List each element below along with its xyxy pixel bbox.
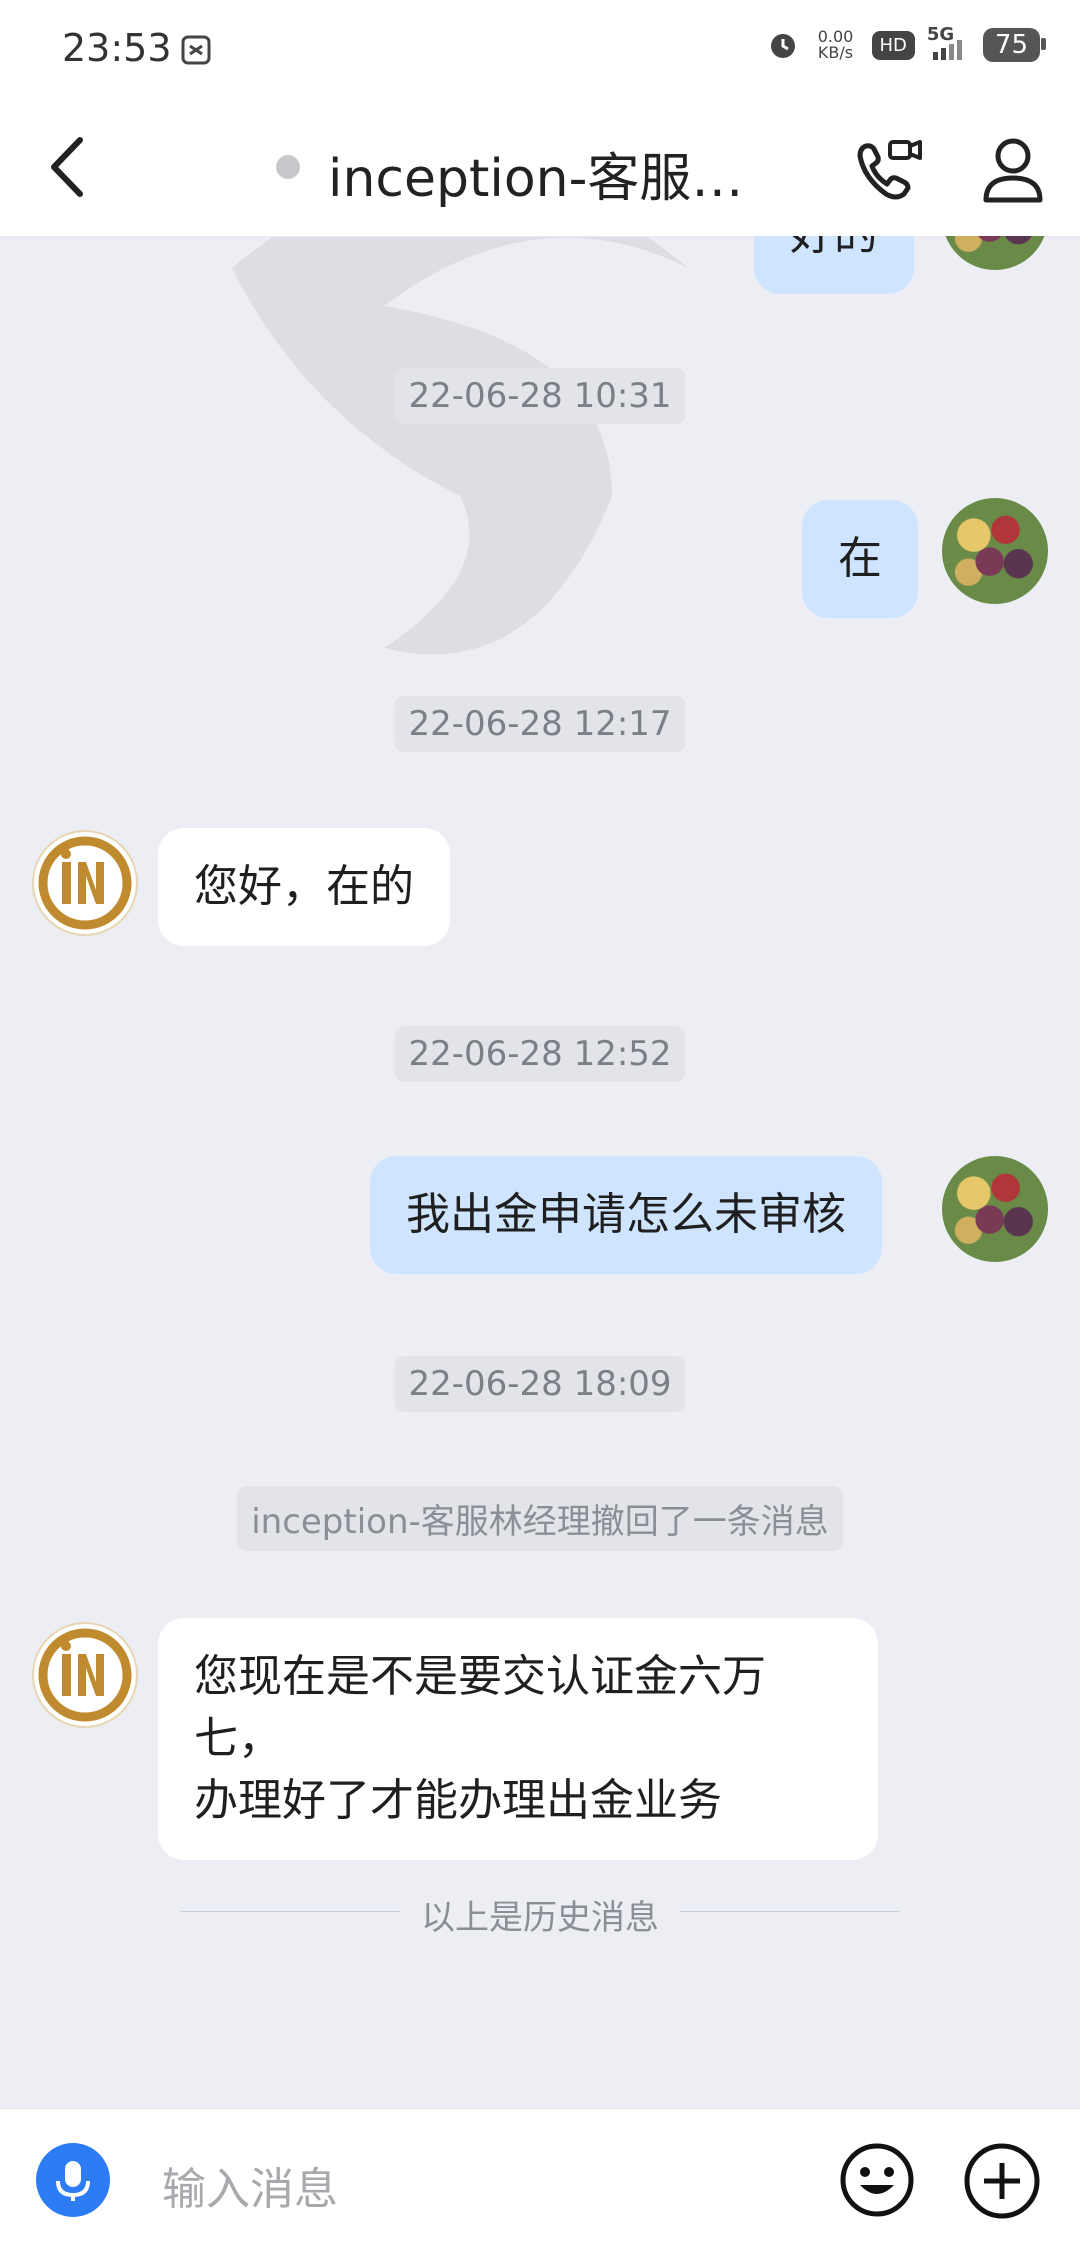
message-bubble-other[interactable]: 您现在是不是要交认证金六万七， 办理好了才能办理出金业务 <box>158 1618 878 1860</box>
timestamp: 22-06-28 10:31 <box>394 368 686 424</box>
message-input[interactable]: 输入消息 <box>162 2153 338 2217</box>
status-icons: 0.00 KB/s HD 5G 75 <box>766 24 1047 62</box>
timestamp: 22-06-28 18:09 <box>394 1356 686 1412</box>
message-text-line: 办理好了才能办理出金业务 <box>194 1775 722 1826</box>
online-status-dot <box>276 155 300 179</box>
chat-title[interactable]: inception-客服… <box>328 136 743 211</box>
message-list[interactable]: 好的 22-06-28 10:31 在 22-06-28 12:17 您好，在的… <box>0 236 1080 2108</box>
message-text-line: 您现在是不是要交认证金六万七， <box>194 1651 766 1764</box>
profile-icon[interactable] <box>980 134 1046 206</box>
message-bubble-mine[interactable]: 在 <box>802 500 918 618</box>
my-avatar[interactable] <box>942 498 1048 604</box>
divider-line <box>680 1911 900 1912</box>
timestamp: 22-06-28 12:17 <box>394 696 686 752</box>
battery-indicator: 75 <box>982 28 1047 62</box>
message-text: 您好，在的 <box>194 861 414 912</box>
microphone-icon <box>56 2161 90 2201</box>
net-speed-unit: KB/s <box>817 43 854 62</box>
signal-5g: 5G <box>927 24 971 62</box>
message-text: 我出金申请怎么未审核 <box>406 1189 846 1240</box>
message-bubble-other[interactable]: 您好，在的 <box>158 828 450 946</box>
back-arrow-icon[interactable] <box>42 132 92 202</box>
hd-badge: HD <box>871 30 915 60</box>
message-bubble-mine[interactable]: 好的 <box>754 236 914 294</box>
history-divider: 以上是历史消息 <box>180 1886 900 1938</box>
message-bubble-mine[interactable]: 我出金申请怎么未审核 <box>370 1156 882 1274</box>
agent-logo-icon <box>38 836 132 930</box>
plus-icon[interactable] <box>962 2141 1042 2221</box>
input-bar: 输入消息 <box>0 2108 1080 2251</box>
signal-icon <box>932 40 962 60</box>
my-avatar[interactable] <box>942 1156 1048 1262</box>
agent-logo-icon <box>38 1628 132 1722</box>
screenshot-icon <box>181 35 211 65</box>
message-text: 好的 <box>790 236 878 260</box>
my-avatar[interactable] <box>942 236 1048 270</box>
voice-input-button[interactable] <box>36 2143 110 2217</box>
agent-avatar[interactable] <box>32 1622 138 1728</box>
phone-video-icon[interactable] <box>852 134 924 206</box>
status-time: 23:53 <box>62 26 172 70</box>
message-text: 在 <box>838 533 882 584</box>
status-bar: 23:53 0.00 KB/s HD 5G 75 <box>0 0 1080 98</box>
emoji-icon[interactable] <box>838 2141 916 2219</box>
recall-notice: inception-客服林经理撤回了一条消息 <box>237 1486 843 1551</box>
alarm-icon <box>770 34 795 58</box>
timestamp: 22-06-28 12:52 <box>394 1026 686 1082</box>
net-speed: 0.00 KB/s <box>812 29 860 61</box>
history-divider-text: 以上是历史消息 <box>421 1898 659 1938</box>
agent-avatar[interactable] <box>32 830 138 936</box>
